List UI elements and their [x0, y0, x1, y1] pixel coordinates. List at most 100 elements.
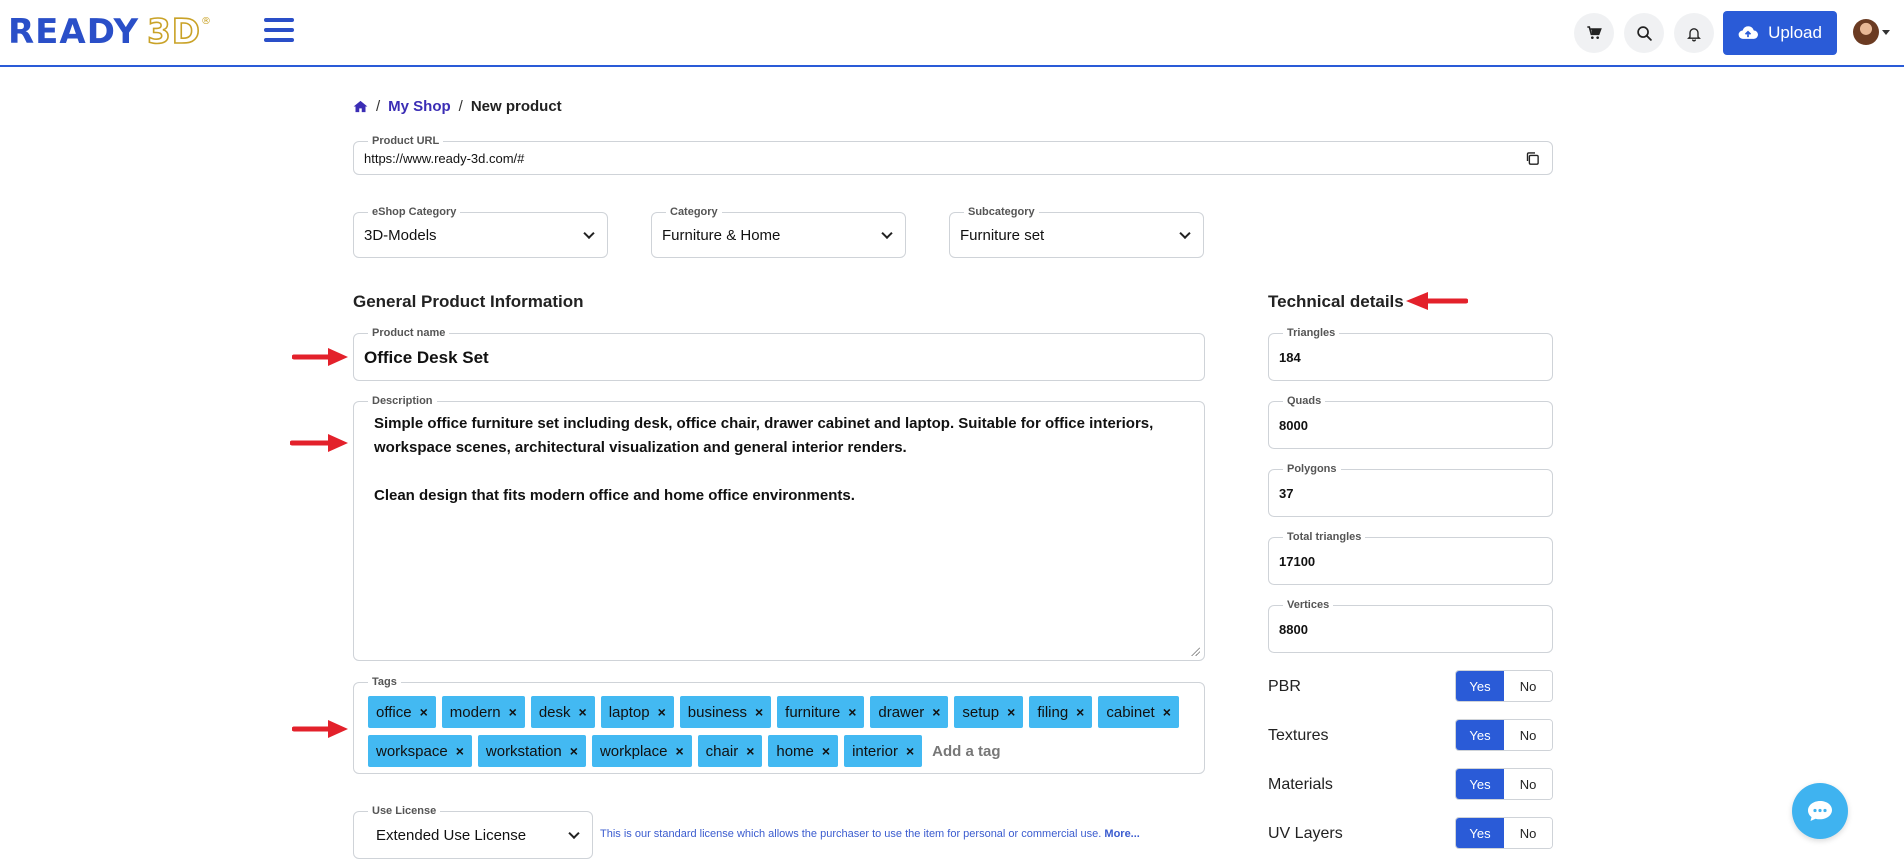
remove-tag-icon[interactable]: × [932, 704, 940, 720]
cart-button[interactable] [1574, 13, 1614, 53]
add-tag-input[interactable] [928, 735, 1049, 767]
tag-label: workspace [376, 742, 448, 760]
search-button[interactable] [1624, 13, 1664, 53]
quads-value: 8000 [1279, 418, 1308, 433]
tag-chip[interactable]: chair × [697, 735, 763, 767]
tags-field[interactable]: Tags office × modern × desk × laptop × business ×… [353, 675, 1205, 774]
remove-tag-icon[interactable]: × [420, 704, 428, 720]
resize-handle-icon[interactable] [1190, 646, 1200, 656]
category-select[interactable]: Category Furniture & Home [651, 205, 906, 258]
breadcrumb-separator: / [458, 98, 463, 115]
menu-icon[interactable] [264, 18, 294, 46]
total-triangles-field[interactable]: Total triangles 17100 [1268, 530, 1553, 585]
remove-tag-icon[interactable]: × [658, 704, 666, 720]
tag-chip[interactable]: business × [679, 696, 772, 728]
tag-chip[interactable]: office × [368, 696, 436, 728]
tag-label: home [776, 742, 814, 760]
tag-chip[interactable]: desk × [530, 696, 595, 728]
tag-chip[interactable]: filing × [1029, 696, 1093, 728]
remove-tag-icon[interactable]: × [822, 743, 830, 759]
vertices-label: Vertices [1283, 598, 1334, 612]
triangles-label: Triangles [1283, 326, 1340, 340]
triangles-value: 184 [1279, 350, 1301, 365]
quads-label: Quads [1283, 394, 1326, 408]
tag-chip[interactable]: modern × [441, 696, 525, 728]
breadcrumb-my-shop[interactable]: My Shop [388, 98, 451, 115]
tag-label: workplace [599, 742, 668, 760]
remove-tag-icon[interactable]: × [848, 704, 856, 720]
tag-chip[interactable]: drawer × [870, 696, 949, 728]
product-url-label: Product URL [368, 134, 444, 148]
logo-3d-text: 3D [146, 11, 201, 53]
subcategory-value: Furniture set [960, 227, 1045, 244]
uv-layers-toggle: Yes No [1455, 817, 1553, 849]
remove-tag-icon[interactable]: × [1163, 704, 1171, 720]
uv-layers-yes-button[interactable]: Yes [1456, 818, 1504, 848]
pbr-yes-button[interactable]: Yes [1456, 671, 1504, 701]
remove-tag-icon[interactable]: × [570, 743, 578, 759]
tag-chip[interactable]: workspace × [368, 735, 472, 767]
use-license-select[interactable]: Use License Extended Use License [353, 804, 593, 859]
notifications-button[interactable] [1674, 13, 1714, 53]
cart-icon [1587, 26, 1602, 39]
home-icon[interactable] [353, 100, 368, 113]
textures-no-button[interactable]: No [1504, 720, 1552, 750]
copy-icon[interactable] [1525, 151, 1540, 166]
remove-tag-icon[interactable]: × [675, 743, 683, 759]
tag-chip[interactable]: furniture × [777, 696, 865, 728]
tag-chip[interactable]: workplace × [591, 735, 692, 767]
remove-tag-icon[interactable]: × [1007, 704, 1015, 720]
user-avatar[interactable] [1853, 19, 1879, 45]
annotation-arrow-right-icon [292, 720, 348, 738]
tag-label: business [687, 703, 747, 721]
chevron-down-icon [1179, 227, 1191, 240]
ready3d-logo[interactable]: READY 3D ® [8, 11, 212, 53]
chat-button[interactable] [1792, 783, 1848, 839]
pbr-label: PBR [1268, 678, 1301, 695]
tag-chip[interactable]: interior × [844, 735, 923, 767]
materials-yes-button[interactable]: Yes [1456, 769, 1504, 799]
polygons-field[interactable]: Polygons 37 [1268, 462, 1553, 517]
materials-no-button[interactable]: No [1504, 769, 1552, 799]
vertices-value: 8800 [1279, 622, 1308, 637]
remove-tag-icon[interactable]: × [906, 743, 914, 759]
tag-chip[interactable]: laptop × [600, 696, 674, 728]
annotation-arrow-left-icon [1406, 292, 1468, 310]
tag-label: workstation [485, 742, 562, 760]
description-textarea[interactable]: Description Simple office furniture set … [353, 394, 1205, 661]
quads-field[interactable]: Quads 8000 [1268, 394, 1553, 449]
license-more-link[interactable]: More... [1104, 828, 1139, 840]
tag-chip[interactable]: cabinet × [1098, 696, 1179, 728]
chat-bubble-icon [1808, 801, 1832, 821]
polygons-label: Polygons [1283, 462, 1341, 476]
product-url-field[interactable]: Product URL https://www.ready-3d.com/# [353, 134, 1553, 175]
remove-tag-icon[interactable]: × [456, 743, 464, 759]
annotation-arrow-right-icon [290, 434, 348, 452]
caret-down-icon[interactable] [1882, 30, 1890, 35]
textures-yes-button[interactable]: Yes [1456, 720, 1504, 750]
tag-chip[interactable]: workstation × [477, 735, 586, 767]
upload-button[interactable]: Upload [1723, 11, 1837, 55]
breadcrumb-current: New product [470, 98, 562, 115]
remove-tag-icon[interactable]: × [746, 743, 754, 759]
license-note: This is our standard license which allow… [600, 828, 1140, 840]
remove-tag-icon[interactable]: × [579, 704, 587, 720]
description-label: Description [368, 394, 437, 408]
polygons-value: 37 [1279, 486, 1294, 501]
upload-label: Upload [1768, 23, 1822, 42]
pbr-no-button[interactable]: No [1504, 671, 1552, 701]
uv-layers-toggle-row: UV Layers Yes No [1268, 817, 1553, 851]
product-name-field[interactable]: Product name Office Desk Set [353, 326, 1205, 381]
eshop-category-select[interactable]: eShop Category 3D-Models [353, 205, 608, 258]
subcategory-select[interactable]: Subcategory Furniture set [949, 205, 1204, 258]
triangles-field[interactable]: Triangles 184 [1268, 326, 1553, 381]
tag-chip[interactable]: setup × [954, 696, 1024, 728]
uv-layers-no-button[interactable]: No [1504, 818, 1552, 848]
remove-tag-icon[interactable]: × [755, 704, 763, 720]
vertices-field[interactable]: Vertices 8800 [1268, 598, 1553, 653]
tag-chip[interactable]: home × [768, 735, 839, 767]
chevron-down-icon [568, 827, 580, 840]
remove-tag-icon[interactable]: × [509, 704, 517, 720]
tag-label: laptop [608, 703, 650, 721]
remove-tag-icon[interactable]: × [1076, 704, 1084, 720]
